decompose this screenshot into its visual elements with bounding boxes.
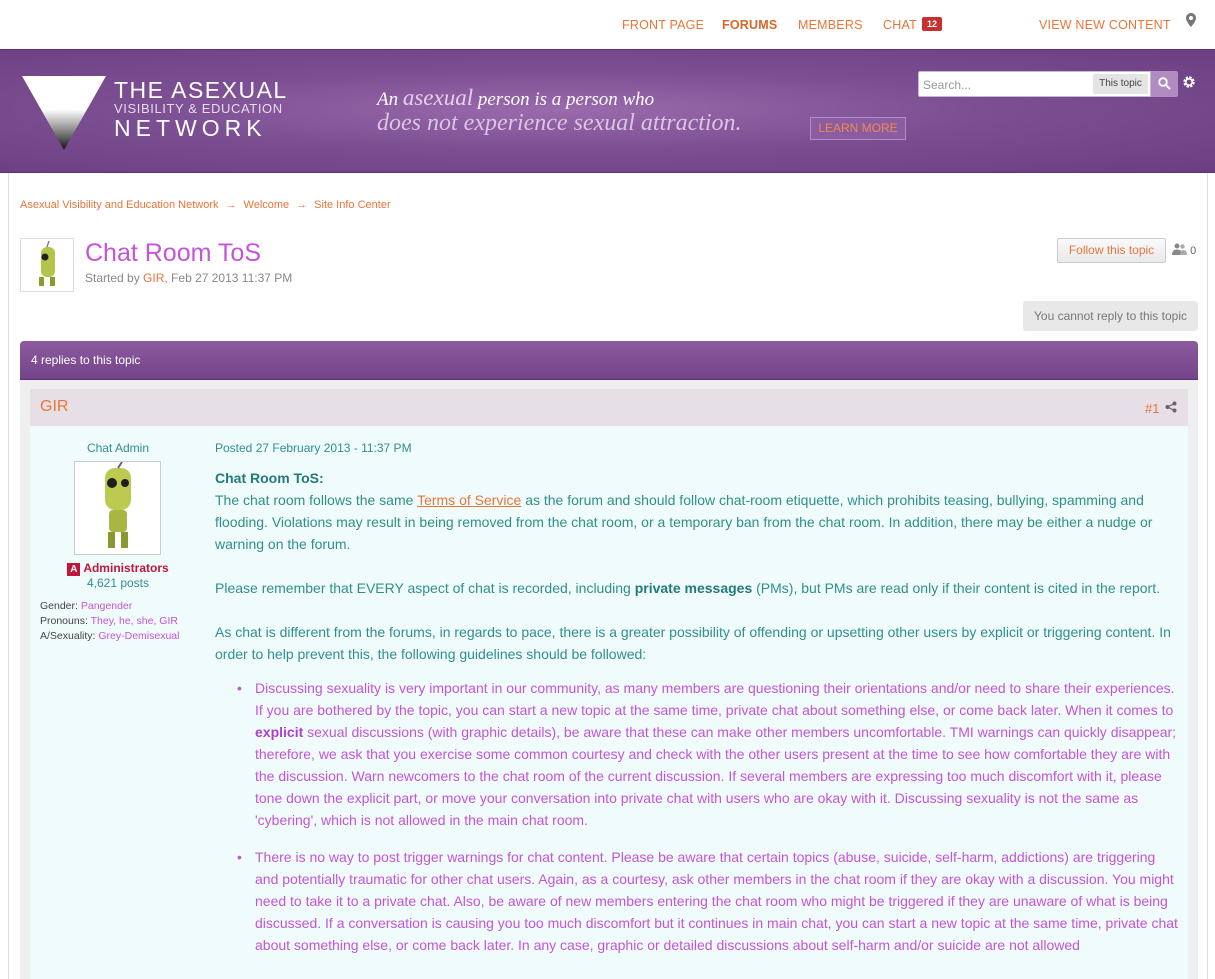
author-post-count: 4,621 posts (86, 576, 150, 590)
followers-count[interactable]: 0 (1172, 243, 1196, 257)
post-paragraph-1: The chat room follows the same Terms of … (215, 489, 1180, 555)
field-value: Grey-Demisexual (98, 630, 180, 642)
author-group-name: Administrators (83, 561, 169, 575)
post-header (30, 389, 1188, 426)
breadcrumb-site-info[interactable]: Site Info Center (314, 199, 390, 211)
breadcrumb-home[interactable]: Asexual Visibility and Education Network (20, 199, 219, 211)
started-by-label: Started by (85, 271, 140, 285)
map-pin-icon[interactable] (1186, 13, 1196, 30)
gear-icon[interactable] (1182, 75, 1196, 92)
terms-of-service-link[interactable]: Terms of Service (417, 492, 521, 508)
search-scope-selector[interactable]: This topic (1093, 74, 1148, 94)
tagline: An asexual person is a person who (377, 85, 654, 111)
author-field-pronouns: Pronouns: They, he, she, GIR (40, 615, 178, 627)
post-content: Chat Room ToS: The chat room follows the… (215, 467, 1180, 971)
tagline-rest: person is a person who (477, 89, 655, 110)
post-date: Posted 27 February 2013 - 11:37 PM (215, 441, 412, 455)
nav-front-page[interactable]: FRONT PAGE (622, 18, 704, 32)
nav-forums[interactable]: FORUMS (722, 18, 777, 32)
chat-count-badge: 12 (922, 17, 943, 31)
nav-chat[interactable]: CHAT (883, 18, 917, 32)
site-banner: THE ASEXUAL VISIBILITY & EDUCATION NETWO… (0, 49, 1215, 173)
topic-started-info: Started by GIR, Feb 27 2013 11:37 PM (85, 271, 292, 285)
arrow-right-icon: → (296, 199, 308, 211)
logo-line-2: VISIBILITY & EDUCATION (114, 101, 283, 116)
author-field-asexuality: A/Sexuality: Grey-Demisexual (40, 630, 179, 642)
topic-date: , Feb 27 2013 11:37 PM (164, 271, 293, 285)
nav-view-new-content[interactable]: VIEW NEW CONTENT (1039, 18, 1171, 32)
tagline-line-2: does not experience sexual attraction. (377, 110, 742, 136)
field-value: Pangender (80, 600, 133, 612)
text: sexual discussions (with graphic details… (255, 724, 1177, 828)
field-label: Gender: (40, 600, 78, 612)
top-navigation: FRONT PAGE FORUMS MEMBERS CHAT 12 VIEW N… (0, 0, 1215, 49)
share-icon[interactable] (1165, 401, 1177, 416)
arrow-right-icon: → (225, 199, 237, 211)
author-member-title: Chat Admin (86, 441, 150, 455)
follow-topic-button[interactable]: Follow this topic (1057, 238, 1166, 263)
post-number-link[interactable]: #1 (1145, 401, 1159, 416)
admin-badge-icon: A (67, 563, 81, 576)
logo-line-3: NETWORK (114, 115, 267, 141)
post-paragraph-2: Please remember that EVERY aspect of cha… (215, 577, 1180, 599)
text: Please remember that EVERY aspect of cha… (215, 580, 635, 596)
logo-line-1: THE ASEXUAL (114, 77, 288, 103)
site-logo-icon[interactable] (22, 76, 106, 155)
list-item: There is no way to post trigger warnings… (215, 846, 1180, 956)
breadcrumb: Asexual Visibility and Education Network… (20, 199, 391, 211)
breadcrumb-welcome[interactable]: Welcome (244, 199, 290, 211)
post-paragraph-3: As chat is different from the forums, in… (215, 624, 1171, 662)
search-icon (1158, 77, 1171, 90)
field-label: Pronouns: (40, 615, 88, 627)
replies-count-bar: 4 replies to this topic (20, 341, 1198, 380)
search-placeholder: Search... (923, 78, 972, 92)
tagline-an: An (377, 89, 399, 110)
post-author-link[interactable]: GIR (40, 398, 68, 416)
learn-more-button[interactable]: LEARN MORE (810, 117, 906, 140)
bold-text: private messages (634, 580, 753, 596)
author-photo[interactable] (74, 461, 161, 555)
users-icon (1172, 243, 1187, 255)
list-item: Discussing sexuality is very important i… (215, 677, 1180, 831)
text: The chat room follows the same (215, 492, 418, 508)
tagline-asexual: asexual (402, 85, 474, 110)
bold-text: explicit (255, 724, 304, 740)
followers-number: 0 (1190, 245, 1197, 257)
text: (PMs), but PMs are read only if their co… (752, 580, 1160, 596)
search-button[interactable] (1151, 71, 1178, 97)
guidelines-list: Discussing sexuality is very important i… (215, 677, 1180, 956)
page-title: Chat Room ToS (85, 239, 262, 267)
author-field-gender: Gender: Pangender (40, 600, 132, 612)
post-heading: Chat Room ToS: (215, 470, 324, 486)
topic-author-avatar[interactable] (20, 238, 74, 292)
cannot-reply-notice: You cannot reply to this topic (1023, 301, 1198, 331)
field-label: A/Sexuality: (40, 630, 96, 642)
field-value: They, he, she, GIR (90, 615, 178, 627)
nav-members[interactable]: MEMBERS (798, 18, 863, 32)
topic-author-link[interactable]: GIR (143, 271, 164, 285)
site-logo-text[interactable]: THE ASEXUAL VISIBILITY & EDUCATION NETWO… (114, 78, 288, 141)
author-group: A Administrators (40, 561, 196, 576)
text: Discussing sexuality is very important i… (255, 680, 1175, 718)
